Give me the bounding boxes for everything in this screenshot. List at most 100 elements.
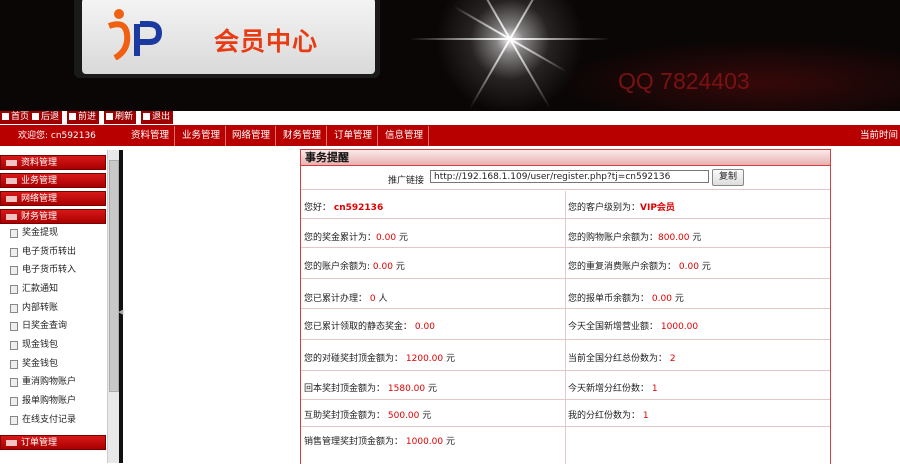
- sidebar-item-daily-bonus[interactable]: 日奖金查询: [8, 317, 67, 335]
- copy-button[interactable]: 复制: [712, 169, 744, 186]
- stat-right: 我的分红份数为： 1: [568, 411, 649, 421]
- menu-item-finance[interactable]: 财务管理: [278, 126, 328, 146]
- item-label: 现金钱包: [22, 340, 59, 350]
- sidebar-item-internal-transfer[interactable]: 内部转账: [8, 299, 58, 317]
- back-button[interactable]: 后退: [30, 111, 64, 124]
- stat-left: 您的账户余额为: 0.00 元: [304, 262, 405, 272]
- category-label: 资料管理: [21, 158, 58, 168]
- item-label: 奖金提现: [22, 228, 59, 238]
- document-icon: [10, 360, 18, 369]
- sidebar-category-business[interactable]: 业务管理: [0, 173, 106, 188]
- customer-level: 您的客户级别为：VIP会员: [568, 203, 675, 213]
- collapse-arrow-icon[interactable]: ◀: [118, 308, 123, 316]
- stat-left: 互助奖封顶金额为： 500.00 元: [304, 411, 432, 421]
- scrollbar-thumb[interactable]: [109, 160, 119, 392]
- item-label: 内部转账: [22, 303, 59, 313]
- stat-left: 您已累计办理： 0 人: [304, 294, 388, 304]
- sidebar-item-ecash-out[interactable]: 电子货币转出: [8, 243, 76, 261]
- refresh-label: 刷新: [115, 112, 134, 122]
- table-row: 您的奖金累计为：0.00 元 您的购物账户余额为：800.00 元: [301, 219, 830, 248]
- toolbar: 首页 后退 前进 刷新 退出: [0, 111, 900, 126]
- folder-icon: [6, 178, 17, 184]
- forward-button[interactable]: 前进: [67, 111, 101, 124]
- sidebar-item-withdraw[interactable]: 奖金提现: [8, 224, 58, 242]
- menu-item-business[interactable]: 业务管理: [177, 126, 227, 146]
- table-row: 您已累计领取的静态奖金： 0.00 今天全国新增营业额： 1000.00: [301, 309, 830, 340]
- stat-left: 销售管理奖封顶金额为： 1000.00 元: [304, 437, 455, 447]
- refresh-button[interactable]: 刷新: [104, 111, 138, 124]
- power-icon: [143, 113, 150, 120]
- main-menu-bar: 欢迎您: cn592136 资料管理 业务管理 网络管理 财务管理 订单管理 信…: [0, 126, 900, 146]
- table-row: 您的对碰奖封顶金额为： 1200.00 元 当前全国分红总份数为： 2: [301, 340, 830, 371]
- menu-item-orders[interactable]: 订单管理: [329, 126, 379, 146]
- logo-icon: [107, 9, 163, 60]
- sidebar-category-network[interactable]: 网络管理: [0, 191, 106, 206]
- forward-arrow-icon: [69, 113, 76, 120]
- stat-right: 当前全国分红总份数为： 2: [568, 354, 676, 364]
- table-row: 您已累计办理： 0 人 您的报单币余额为： 0.00 元: [301, 279, 830, 309]
- refresh-icon: [106, 113, 113, 120]
- item-label: 报单购物账户: [22, 396, 77, 406]
- username: cn592136: [333, 203, 384, 213]
- sidebar: 资料管理 业务管理 网络管理 财务管理 奖金提现 电子货币转出 电子货币转入 汇…: [0, 150, 120, 463]
- sidebar-category-orders[interactable]: 订单管理: [0, 435, 106, 450]
- sidebar-item-online-payment[interactable]: 在线支付记录: [8, 411, 76, 429]
- item-label: 电子货币转出: [22, 247, 77, 257]
- stat-right: 今天全国新增营业额： 1000.00: [568, 322, 699, 332]
- document-icon: [10, 378, 18, 387]
- table-row: 回本奖封顶金额为： 1580.00 元 今天新增分红份数： 1: [301, 371, 830, 400]
- stat-right: 您的报单币余额为： 0.00 元: [568, 294, 684, 304]
- home-label: 首页: [11, 112, 30, 122]
- promo-link-input[interactable]: http://192.168.1.109/user/register.php?t…: [430, 170, 709, 183]
- qq-contact: QQ 7824403: [618, 68, 750, 94]
- back-arrow-icon: [32, 113, 39, 120]
- folder-icon: [6, 440, 17, 446]
- sidebar-splitter[interactable]: ◀: [118, 150, 123, 463]
- document-icon: [10, 248, 18, 257]
- document-icon: [10, 285, 18, 294]
- stat-right: 今天新增分红份数： 1: [568, 384, 658, 394]
- back-label: 后退: [41, 112, 60, 122]
- welcome-text: 欢迎您: cn592136: [18, 131, 96, 141]
- item-label: 重消购物账户: [22, 377, 77, 387]
- stat-left: 回本奖封顶金额为： 1580.00 元: [304, 384, 437, 394]
- sidebar-scrollbar[interactable]: [107, 150, 119, 463]
- table-row: 您的账户余额为: 0.00 元 您的重复消费账户余额为： 0.00 元: [301, 248, 830, 279]
- home-button[interactable]: 首页: [0, 111, 34, 124]
- forward-label: 前进: [78, 112, 97, 122]
- sidebar-category-finance[interactable]: 财务管理: [0, 209, 106, 224]
- logout-button[interactable]: 退出: [141, 111, 175, 124]
- item-label: 电子货币转入: [22, 265, 77, 275]
- item-label: 在线支付记录: [22, 415, 77, 425]
- stat-left: 您的对碰奖封顶金额为： 1200.00 元: [304, 354, 455, 364]
- folder-icon: [6, 196, 17, 202]
- sidebar-item-remit-notice[interactable]: 汇款通知: [8, 280, 58, 298]
- menu-item-network[interactable]: 网络管理: [227, 126, 277, 146]
- level-value: VIP会员: [640, 203, 675, 213]
- stat-left: 您已累计领取的静态奖金： 0.00: [304, 322, 435, 332]
- sidebar-item-reconsume-account[interactable]: 重消购物账户: [8, 373, 76, 391]
- item-label: 汇款通知: [22, 284, 59, 294]
- sidebar-item-ecash-in[interactable]: 电子货币转入: [8, 261, 76, 279]
- menu-item-profile[interactable]: 资料管理: [126, 126, 176, 146]
- sidebar-item-bonus-wallet[interactable]: 奖金钱包: [8, 355, 58, 373]
- table-row: 您好： cn592136 您的客户级别为：VIP会员: [301, 190, 830, 219]
- document-icon: [10, 322, 18, 331]
- promo-link-label: 推广链接: [388, 176, 425, 186]
- document-icon: [10, 416, 18, 425]
- promo-link-row: 推广链接 http://192.168.1.109/user/register.…: [301, 166, 830, 190]
- home-icon: [2, 113, 9, 120]
- sidebar-item-cash-wallet[interactable]: 现金钱包: [8, 336, 58, 354]
- menu-item-messages[interactable]: 信息管理: [380, 126, 430, 146]
- logout-label: 退出: [152, 112, 171, 122]
- stat-left: 您的奖金累计为：0.00 元: [304, 233, 408, 243]
- banner-light-flare: [430, 0, 590, 111]
- current-time-label: 当前时间: [859, 130, 898, 141]
- sidebar-category-profile[interactable]: 资料管理: [0, 155, 106, 170]
- document-icon: [10, 304, 18, 313]
- document-icon: [10, 229, 18, 238]
- document-icon: [10, 397, 18, 406]
- stat-right: 您的购物账户余额为：800.00 元: [568, 233, 702, 243]
- sidebar-item-order-account[interactable]: 报单购物账户: [8, 392, 76, 410]
- panel-title: 事务提醒: [301, 150, 830, 166]
